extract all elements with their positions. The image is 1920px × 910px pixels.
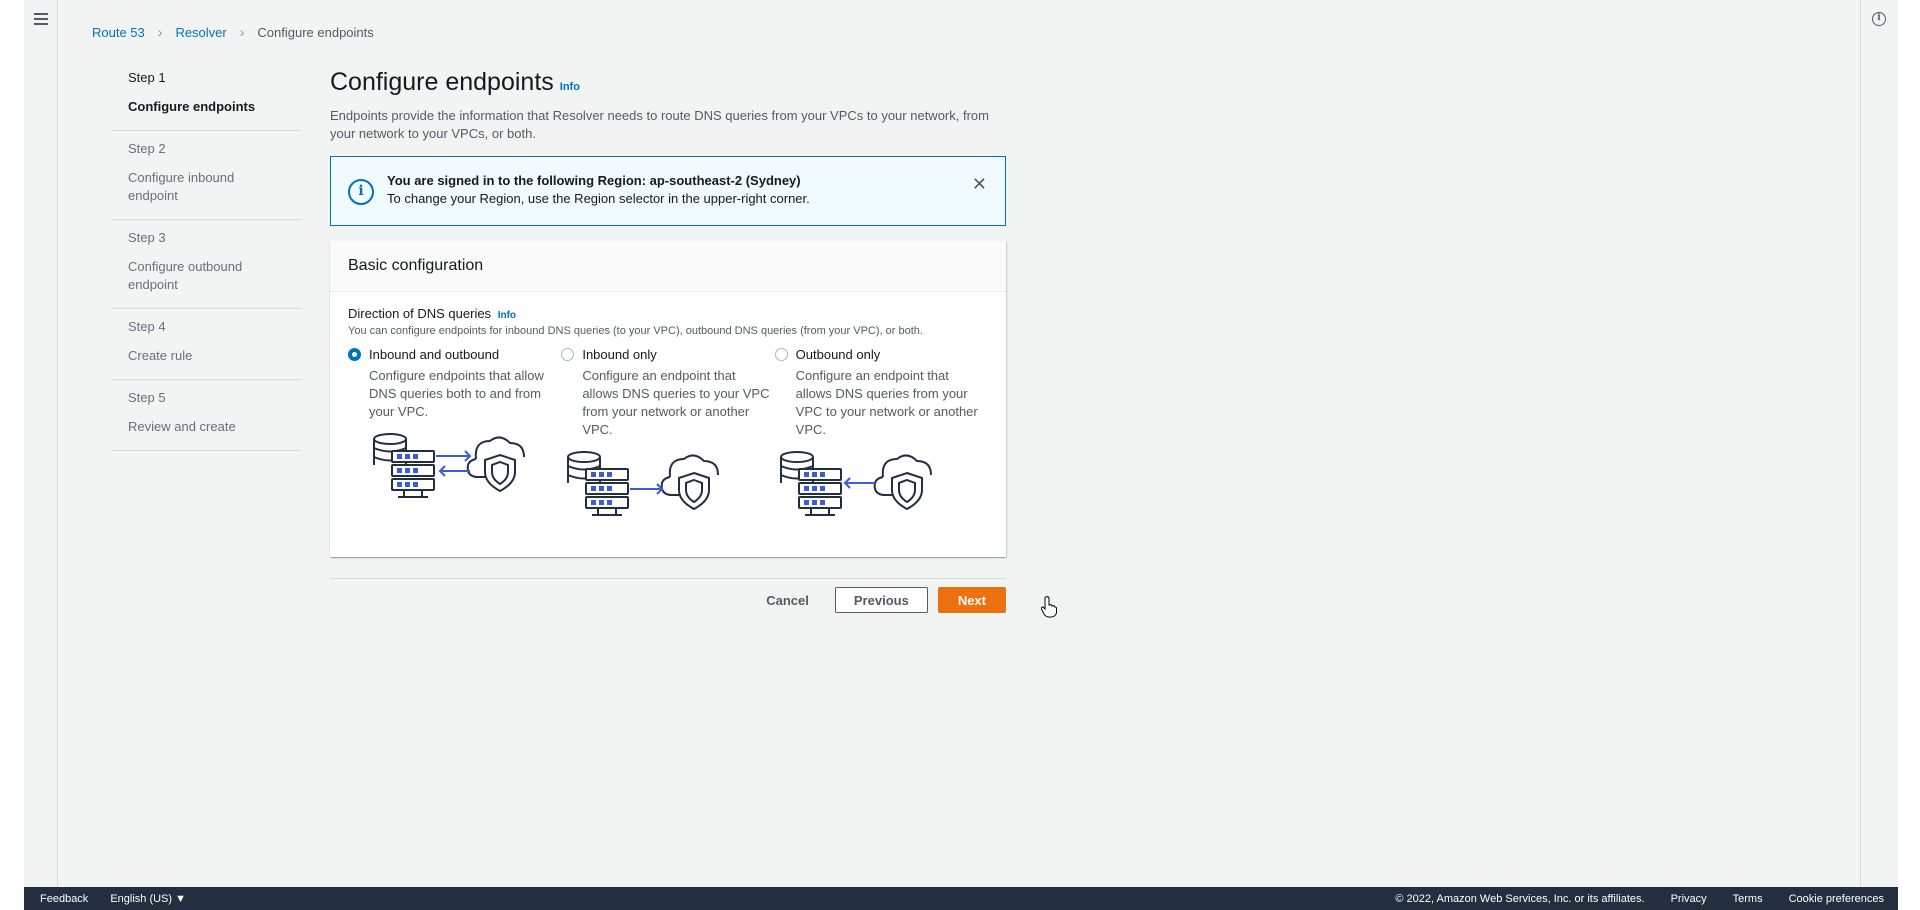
main-content: Route 53 › Resolver › Configure endpoint…	[58, 0, 1860, 887]
copyright-text: © 2022, Amazon Web Services, Inc. or its…	[1395, 892, 1645, 905]
language-selector[interactable]: English (US) ▼	[110, 893, 186, 905]
info-link[interactable]: Info	[560, 81, 580, 93]
step-number: Step 1	[128, 70, 166, 85]
console-footer: Feedback English (US) ▼ © 2022, Amazon W…	[24, 887, 1898, 910]
option-description: Configure endpoints that allow DNS queri…	[369, 368, 544, 419]
step-2: Step 2 Configure inbound endpoint	[111, 131, 301, 220]
step-3: Step 3 Configure outbound endpoint	[111, 220, 301, 309]
tools-rail: i	[1860, 0, 1898, 887]
panel-header: Basic configuration	[330, 241, 1006, 292]
info-icon: i	[348, 179, 374, 205]
option-outbound-only: Outbound only Configure an endpoint that…	[774, 347, 988, 526]
step-number: Step 3	[128, 230, 166, 245]
footer-links: © 2022, Amazon Web Services, Inc. or its…	[1395, 893, 1898, 905]
previous-button[interactable]: Previous	[834, 587, 928, 613]
option-description: Configure an endpoint that allows DNS qu…	[582, 368, 770, 437]
form-content: Configure endpoints Info Endpoints provi…	[330, 68, 1006, 557]
cookie-preferences-link[interactable]: Cookie preferences	[1789, 893, 1884, 905]
chevron-right-icon: ›	[239, 24, 245, 40]
cancel-button[interactable]: Cancel	[766, 593, 809, 608]
option-description: Configure an endpoint that allows DNS qu…	[795, 368, 978, 437]
terms-link[interactable]: Terms	[1733, 893, 1763, 905]
breadcrumb-route53[interactable]: Route 53	[92, 25, 145, 40]
outbound-only-illustration	[779, 451, 932, 516]
radio-outbound-only[interactable]: Outbound only	[774, 347, 988, 362]
breadcrumb: Route 53 › Resolver › Configure endpoint…	[92, 24, 374, 40]
option-title: Inbound only	[582, 347, 657, 362]
breadcrumb-resolver[interactable]: Resolver	[175, 25, 226, 40]
step-title: Configure endpoints	[128, 99, 256, 114]
page-title: Configure endpoints Info	[330, 68, 1006, 97]
menu-icon[interactable]	[32, 10, 50, 28]
inbound-only-illustration	[567, 451, 720, 516]
chevron-right-icon: ›	[157, 24, 163, 40]
step-number: Step 5	[128, 390, 166, 405]
option-title: Inbound and outbound	[369, 347, 500, 362]
step-title: Create rule	[128, 348, 193, 363]
breadcrumb-current: Configure endpoints	[257, 24, 374, 40]
direction-label: Direction of DNS queries Info	[348, 306, 988, 321]
region-info-alert: i You are signed in to the following Reg…	[330, 156, 1006, 226]
radio-unselected-icon[interactable]	[774, 348, 788, 361]
page-title-text: Configure endpoints	[330, 68, 554, 96]
option-inbound-only: Inbound only Configure an endpoint that …	[561, 347, 774, 526]
pointer-cursor-icon	[1041, 596, 1057, 618]
direction-info-link[interactable]: Info	[498, 310, 516, 321]
step-title: Configure inbound endpoint	[128, 170, 235, 203]
step-5: Step 5 Review and create	[111, 380, 301, 451]
direction-hint: You can configure endpoints for inbound …	[348, 325, 923, 337]
option-inbound-outbound: Inbound and outbound Configure endpoints…	[348, 347, 561, 526]
step-number: Step 2	[128, 141, 166, 156]
step-title: Configure outbound endpoint	[128, 259, 243, 292]
radio-unselected-icon[interactable]	[561, 348, 575, 361]
step-title: Review and create	[128, 419, 236, 434]
privacy-link[interactable]: Privacy	[1671, 893, 1707, 905]
radio-inbound-only[interactable]: Inbound only	[561, 347, 774, 362]
actions-divider	[330, 578, 1006, 579]
alert-title: You are signed in to the following Regio…	[387, 173, 801, 188]
radio-selected-icon[interactable]	[348, 348, 361, 361]
direction-radio-group: Inbound and outbound Configure endpoints…	[348, 347, 988, 526]
navigation-rail	[24, 0, 58, 887]
window-frame-right	[1898, 0, 1920, 910]
wizard-steps: Step 1 Configure endpoints Step 2 Config…	[111, 60, 301, 451]
panel-body: Direction of DNS queries Info You can co…	[330, 292, 1006, 540]
window-frame-left	[0, 0, 24, 910]
info-icon[interactable]: i	[1872, 12, 1886, 26]
step-1: Step 1 Configure endpoints	[111, 60, 301, 131]
wizard-actions: Cancel Previous Next	[330, 587, 1006, 613]
radio-inbound-outbound[interactable]: Inbound and outbound	[348, 347, 561, 362]
step-4: Step 4 Create rule	[111, 309, 301, 380]
basic-configuration-panel: Basic configuration Direction of DNS que…	[330, 241, 1006, 557]
inbound-outbound-illustration	[373, 433, 525, 498]
close-icon[interactable]: ✕	[972, 175, 987, 193]
step-number: Step 4	[128, 319, 166, 334]
alert-message: To change your Region, use the Region se…	[387, 191, 810, 206]
page-description: Endpoints provide the information that R…	[330, 108, 989, 141]
feedback-link[interactable]: Feedback	[40, 893, 88, 905]
direction-label-text: Direction of DNS queries	[348, 306, 492, 321]
option-title: Outbound only	[795, 347, 881, 362]
next-button[interactable]: Next	[937, 587, 1006, 613]
